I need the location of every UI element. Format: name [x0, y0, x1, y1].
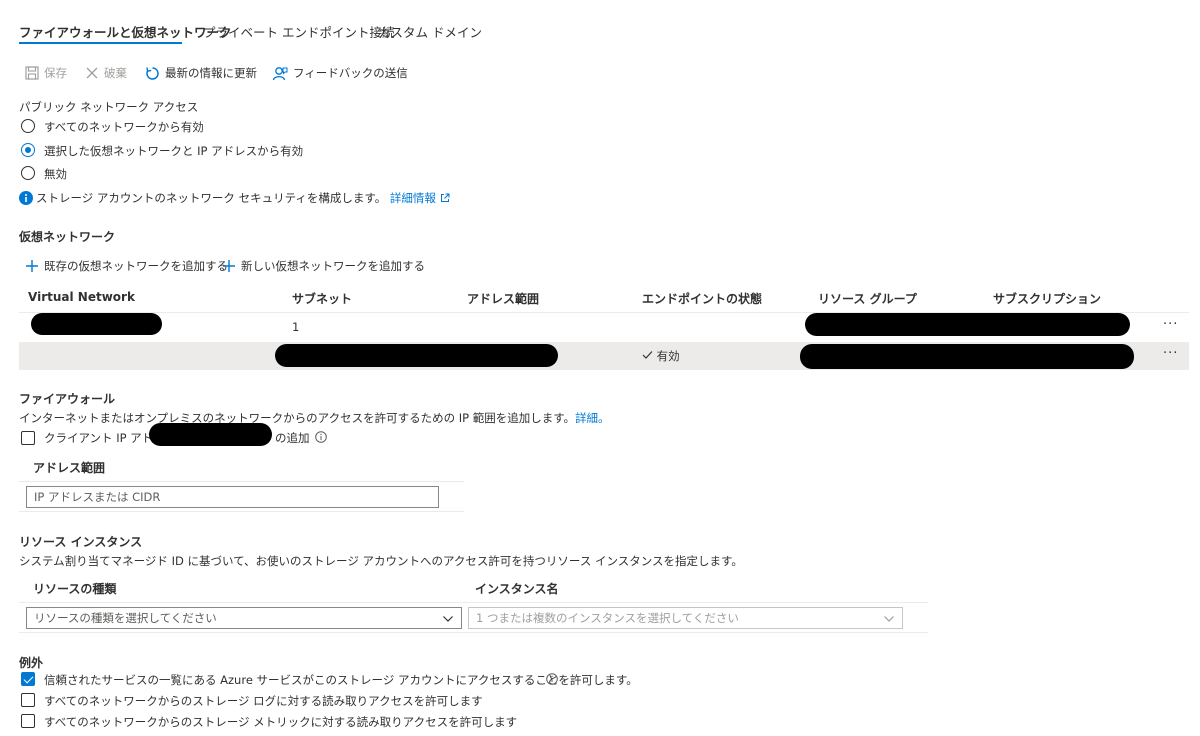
resource-row-divider	[19, 632, 928, 633]
address-row-divider	[19, 511, 464, 512]
plus-icon	[223, 260, 235, 272]
ip-address-input[interactable]: IP アドレスまたは CIDR	[26, 486, 439, 508]
resource-header-divider	[19, 602, 928, 603]
info-icon	[19, 191, 33, 205]
allow-metrics-label: すべてのネットワークからのストレージ メトリックに対する読み取りアクセスを許可し…	[44, 715, 518, 729]
public-access-label: パブリック ネットワーク アクセス	[19, 100, 199, 114]
tab-private-endpoint[interactable]: プライベート エンドポイント接続	[203, 22, 394, 41]
radio-disabled[interactable]	[21, 166, 35, 180]
feedback-button[interactable]: フィードバックの送信	[272, 64, 408, 82]
resource-type-header: リソースの種類	[33, 582, 117, 596]
chevron-down-icon	[884, 616, 894, 622]
add-new-vnet-label: 新しい仮想ネットワークを追加する	[241, 259, 425, 273]
radio-disabled-label: 無効	[44, 167, 67, 181]
radio-all-networks[interactable]	[21, 119, 35, 133]
allow-logging-checkbox[interactable]	[21, 693, 35, 707]
row2-more-icon[interactable]: ···	[1163, 346, 1178, 361]
row1-more-icon[interactable]: ···	[1163, 317, 1178, 332]
add-existing-vnet-label: 既存の仮想ネットワークを追加する	[44, 259, 228, 273]
firewall-desc: インターネットまたはオンプレミスのネットワークからのアクセスを許可するための I…	[19, 410, 610, 426]
instance-name-dropdown[interactable]: 1 つまたは複数のインスタンスを選択してください	[468, 607, 903, 629]
resource-type-dropdown[interactable]: リソースの種類を選択してください	[26, 607, 462, 629]
row2-status: 有効	[642, 348, 680, 364]
row1-subnet-count: 1	[292, 320, 300, 334]
plus-icon	[26, 260, 38, 272]
tab-custom-domain[interactable]: カスタム ドメイン	[378, 22, 482, 41]
external-link-icon	[440, 193, 450, 202]
feedback-icon	[272, 66, 288, 80]
radio-selected-networks[interactable]	[21, 143, 35, 157]
save-icon	[25, 66, 39, 80]
firewall-learn-more-link[interactable]: 詳細。	[575, 411, 610, 425]
add-existing-vnet-button[interactable]: 既存の仮想ネットワークを追加する	[25, 257, 228, 275]
redacted-subnet	[275, 344, 558, 367]
radio-selected-networks-label: 選択した仮想ネットワークと IP アドレスから有効	[44, 144, 304, 158]
info-circle-icon[interactable]	[546, 673, 558, 685]
info-circle-icon[interactable]	[315, 431, 327, 443]
resource-instances-desc: システム割り当てマネージド ID に基づいて、お使いのストレージ アカウントへの…	[19, 554, 743, 568]
vnet-section-title: 仮想ネットワーク	[19, 230, 116, 244]
col-virtual-network: Virtual Network	[28, 290, 135, 304]
col-endpoint-status: エンドポイントの状態	[642, 292, 763, 306]
refresh-icon	[146, 66, 159, 80]
firewall-desc-text: インターネットまたはオンプレミスのネットワークからのアクセスを許可するための I…	[19, 411, 576, 425]
radio-all-networks-label: すべてのネットワークから有効	[44, 120, 204, 134]
row2-status-label: 有効	[656, 349, 680, 363]
redacted-client-ip	[149, 423, 272, 446]
exceptions-title: 例外	[19, 656, 44, 670]
redacted-resource-group	[805, 313, 1130, 336]
allow-metrics-checkbox[interactable]	[21, 714, 35, 728]
discard-button[interactable]: 破棄	[85, 64, 127, 82]
info-text: ストレージ アカウントのネットワーク セキュリティを構成します。 詳細情報	[36, 190, 450, 206]
allow-logging-label: すべてのネットワークからのストレージ ログに対する読み取りアクセスを許可します	[44, 694, 483, 708]
add-client-ip-checkbox[interactable]	[21, 431, 35, 445]
resource-type-placeholder: リソースの種類を選択してください	[34, 611, 217, 625]
allow-trusted-services-checkbox[interactable]	[21, 672, 35, 686]
save-button[interactable]: 保存	[25, 64, 67, 82]
chevron-down-icon	[443, 616, 453, 622]
firewall-section-title: ファイアウォール	[19, 392, 116, 406]
col-address-range: アドレス範囲	[467, 292, 540, 306]
tab-firewall-vnet[interactable]: ファイアウォールと仮想ネットワーク	[19, 22, 232, 41]
refresh-button[interactable]: 最新の情報に更新	[145, 64, 257, 82]
address-header-divider	[19, 481, 464, 482]
close-icon	[86, 67, 98, 79]
redacted-subscription	[800, 344, 1134, 369]
resource-instances-title: リソース インスタンス	[19, 535, 143, 549]
feedback-label: フィードバックの送信	[293, 66, 408, 80]
client-ip-suffix: の追加	[275, 431, 310, 445]
learn-more-link[interactable]: 詳細情報	[390, 191, 436, 205]
check-icon	[642, 351, 653, 359]
address-range-header: アドレス範囲	[33, 461, 106, 475]
info-message: ストレージ アカウントのネットワーク セキュリティを構成します。	[36, 191, 387, 205]
refresh-label: 最新の情報に更新	[165, 66, 257, 80]
col-subnet: サブネット	[292, 292, 353, 306]
add-new-vnet-button[interactable]: 新しい仮想ネットワークを追加する	[222, 257, 425, 275]
discard-label: 破棄	[104, 66, 127, 80]
save-label: 保存	[44, 66, 67, 80]
instance-name-header: インスタンス名	[475, 582, 559, 596]
col-subscription: サブスクリプション	[993, 292, 1102, 306]
col-resource-group: リソース グループ	[818, 292, 917, 306]
instance-name-placeholder: 1 つまたは複数のインスタンスを選択してください	[476, 611, 739, 625]
active-tab-indicator	[19, 42, 182, 44]
redacted-vnet-name	[31, 313, 162, 335]
